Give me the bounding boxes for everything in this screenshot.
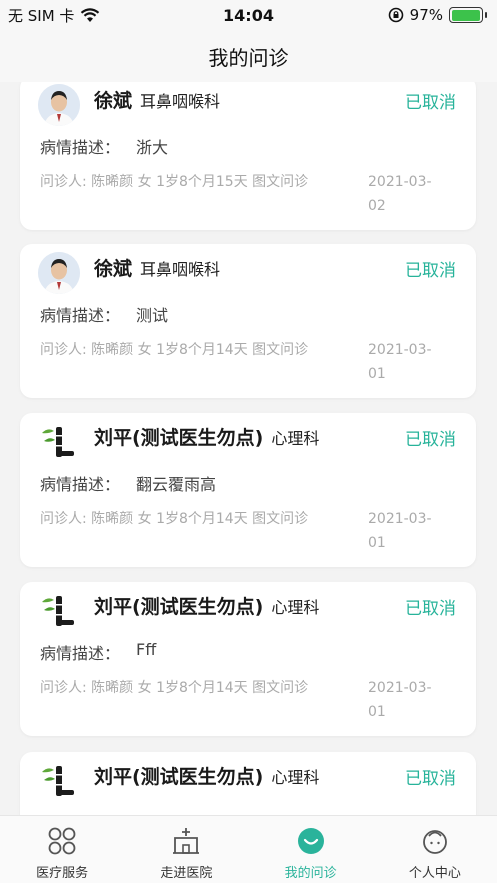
page-title: 我的问诊 — [208, 45, 289, 70]
consultation-date: 2021-03-01 — [368, 511, 432, 551]
doctor-department: 心理科 — [271, 768, 320, 787]
status-badge: 已取消 — [405, 261, 456, 281]
doctor-avatar — [38, 84, 80, 126]
tab-label: 医疗服务 — [36, 866, 89, 881]
rotation-lock-icon — [388, 7, 403, 23]
tab-hospital[interactable]: 走进医院 — [124, 816, 248, 883]
condition-description: 病情描述： 测试 — [40, 302, 168, 326]
tab-bar: 医疗服务 走进医院 我的问诊 个人中心 — [0, 815, 497, 883]
consultation-card[interactable]: 刘平(测试医生勿点) 心理科 已取消 病情描述： Fff 问诊人: 陈晞颜 女 … — [20, 582, 476, 736]
condition-description: 病情描述： 浙大 — [40, 134, 168, 158]
nav-bar: 我的问诊 — [0, 30, 497, 82]
person-icon — [420, 826, 450, 856]
grid-icon — [47, 826, 77, 856]
status-badge: 已取消 — [405, 430, 456, 450]
wifi-icon — [81, 7, 100, 22]
status-badge: 已取消 — [405, 599, 456, 619]
condition-description: 病情描述： 翻云覆雨高 — [40, 471, 216, 495]
hospital-icon — [171, 826, 201, 856]
description-label: 病情描述： — [40, 306, 121, 325]
battery-percent: 97% — [409, 6, 443, 24]
doctor-name: 徐斌 — [94, 258, 133, 280]
description-text: Fff — [136, 640, 157, 659]
consultation-list[interactable]: 徐斌 耳鼻咽喉科 已取消 病情描述： 浙大 问诊人: 陈晞颜 女 1岁8个月15… — [0, 82, 497, 815]
doctor-avatar — [38, 252, 80, 294]
patient-info: 问诊人: 陈晞颜 女 1岁8个月15天 图文问诊 — [40, 174, 309, 190]
tab-label: 我的问诊 — [284, 866, 337, 881]
chat-icon — [296, 826, 326, 856]
doctor-photo-icon — [38, 252, 80, 294]
bamboo-logo-icon — [38, 760, 80, 802]
doctor-name: 徐斌 — [94, 90, 133, 112]
description-text: 翻云覆雨高 — [136, 475, 217, 494]
status-bar: 无 SIM 卡 14:04 97% — [0, 0, 497, 30]
description-text: 浙大 — [136, 138, 169, 157]
doctor-photo-icon — [38, 84, 80, 126]
patient-info: 问诊人: 陈晞颜 女 1岁8个月14天 图文问诊 — [40, 342, 309, 358]
consultation-card[interactable]: 徐斌 耳鼻咽喉科 已取消 病情描述： 浙大 问诊人: 陈晞颜 女 1岁8个月15… — [20, 82, 476, 230]
tab-personal-center[interactable]: 个人中心 — [373, 816, 497, 883]
consultation-card[interactable]: 徐斌 耳鼻咽喉科 已取消 病情描述： 测试 问诊人: 陈晞颜 女 1岁8个月14… — [20, 244, 476, 398]
description-label: 病情描述： — [40, 475, 121, 494]
doctor-name: 刘平(测试医生勿点) — [94, 427, 264, 449]
doctor-avatar — [38, 760, 80, 802]
description-label: 病情描述： — [40, 644, 121, 663]
doctor-department: 心理科 — [271, 598, 320, 617]
battery-icon — [449, 7, 487, 23]
status-badge: 已取消 — [405, 769, 456, 789]
description-label: 病情描述： — [40, 138, 121, 157]
consultation-card[interactable]: 刘平(测试医生勿点) 心理科 已取消 — [20, 752, 476, 815]
condition-description: 病情描述： Fff — [40, 640, 156, 664]
tab-my-consultations[interactable]: 我的问诊 — [249, 816, 373, 883]
carrier-text: 无 SIM 卡 — [8, 6, 75, 25]
doctor-avatar — [38, 590, 80, 632]
patient-info: 问诊人: 陈晞颜 女 1岁8个月14天 图文问诊 — [40, 511, 309, 527]
consultation-date: 2021-03-02 — [368, 174, 432, 214]
doctor-department: 耳鼻咽喉科 — [140, 260, 221, 279]
doctor-name: 刘平(测试医生勿点) — [94, 766, 264, 788]
bamboo-logo-icon — [38, 590, 80, 632]
patient-info: 问诊人: 陈晞颜 女 1岁8个月14天 图文问诊 — [40, 680, 309, 696]
tab-label: 走进医院 — [160, 866, 213, 881]
description-text: 测试 — [136, 306, 169, 325]
consultation-card[interactable]: 刘平(测试医生勿点) 心理科 已取消 病情描述： 翻云覆雨高 问诊人: 陈晞颜 … — [20, 413, 476, 567]
bamboo-logo-icon — [38, 421, 80, 463]
status-badge: 已取消 — [405, 93, 456, 113]
tab-label: 个人中心 — [408, 866, 461, 881]
doctor-department: 耳鼻咽喉科 — [140, 92, 221, 111]
doctor-name: 刘平(测试医生勿点) — [94, 596, 264, 618]
doctor-department: 心理科 — [271, 429, 320, 448]
doctor-avatar — [38, 421, 80, 463]
tab-medical-services[interactable]: 医疗服务 — [0, 816, 124, 883]
consultation-date: 2021-03-01 — [368, 342, 432, 382]
consultation-date: 2021-03-01 — [368, 680, 432, 720]
